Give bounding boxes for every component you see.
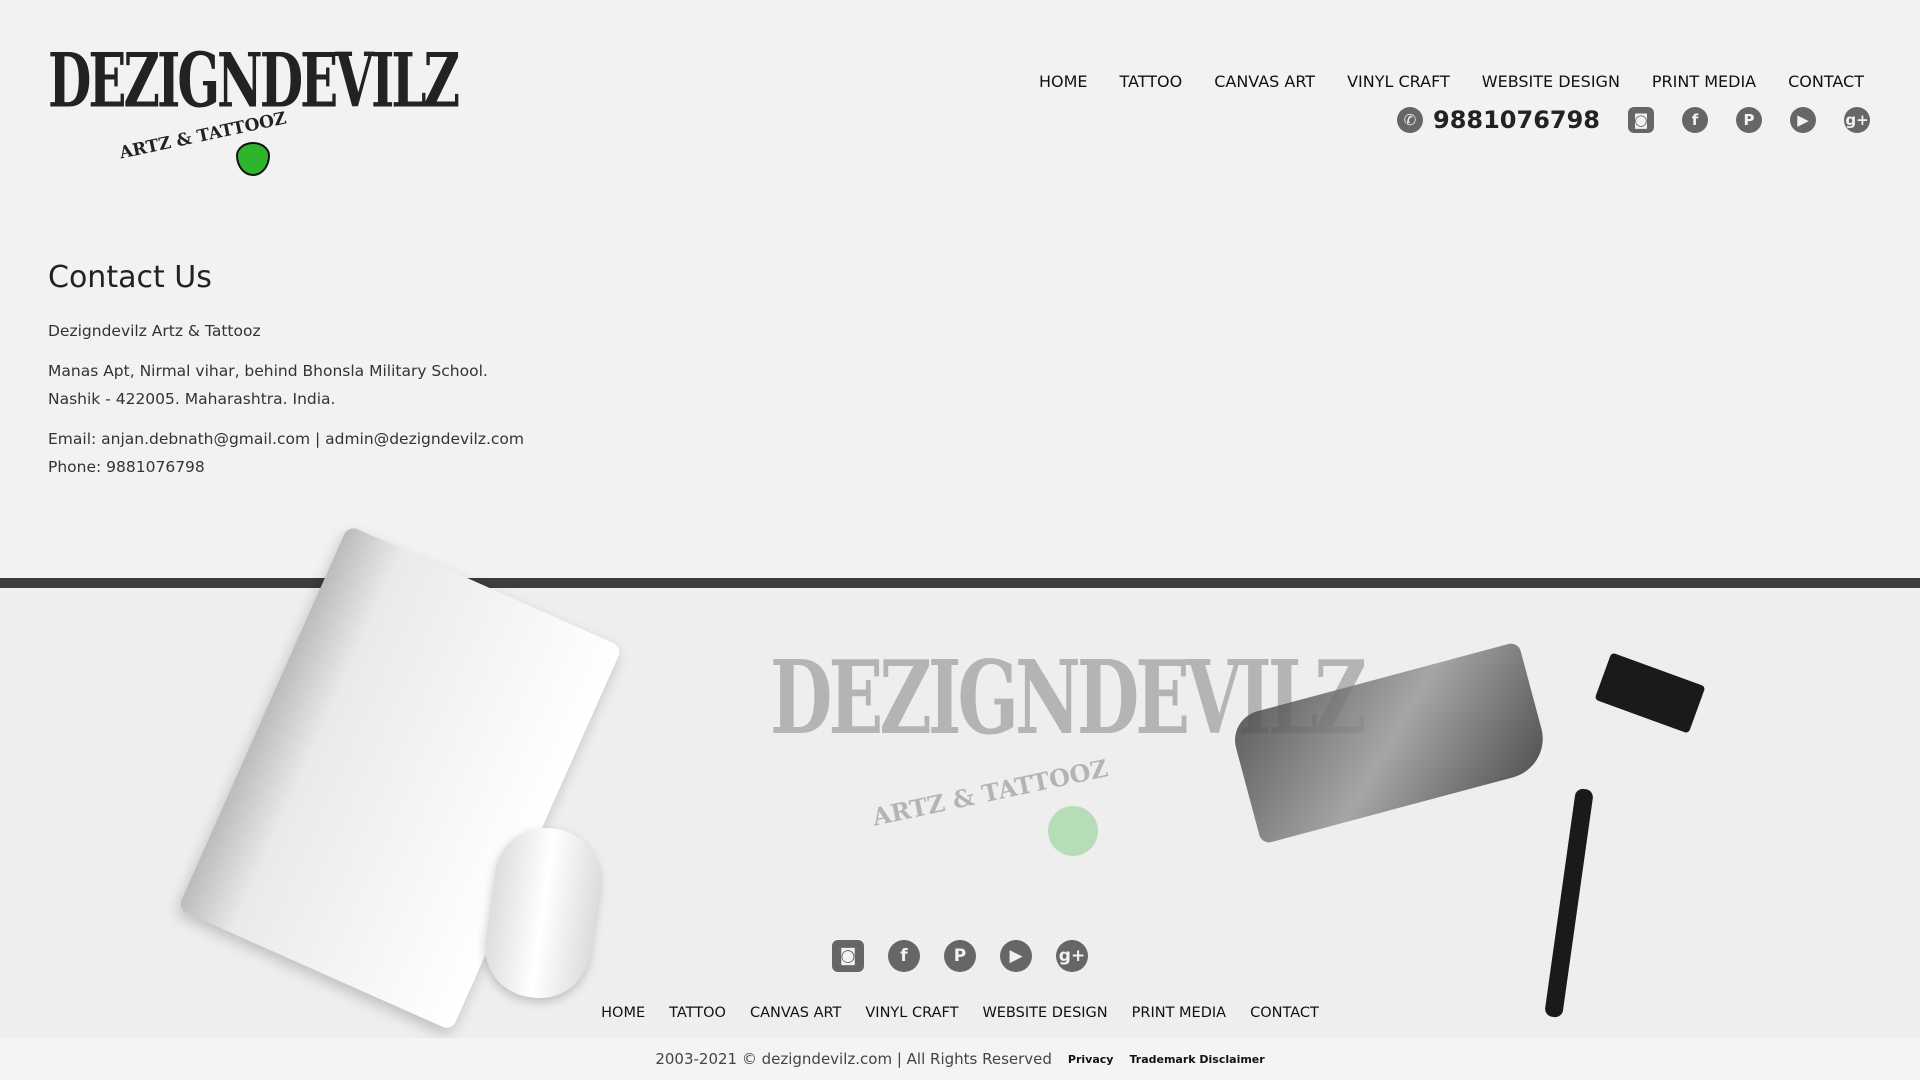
devil-icon	[1048, 806, 1098, 856]
instagram-icon[interactable]: ◙	[832, 940, 864, 972]
pinterest-icon[interactable]: P	[944, 940, 976, 972]
facebook-icon[interactable]: f	[1682, 107, 1708, 133]
copyright-bar: 2003-2021 © dezigndevilz.com | All Right…	[0, 1038, 1920, 1080]
nav-print-media[interactable]: PRINT MEDIA	[1652, 72, 1756, 91]
pinterest-icon[interactable]: P	[1736, 107, 1762, 133]
nav-tattoo[interactable]: TATTOO	[1120, 72, 1183, 91]
footer-logo-text: DEZIGNDEVILZ	[770, 638, 1367, 757]
page-title: Contact Us	[48, 260, 212, 295]
footer-divider	[0, 578, 1920, 588]
trademark-disclaimer-link[interactable]: Trademark Disclaimer	[1129, 1053, 1264, 1066]
address-line-1: Manas Apt, Nirmal vihar, behind Bhonsla …	[48, 362, 488, 380]
contact-section: Contact Us Dezigndevilz Artz & Tattooz M…	[48, 260, 524, 493]
email[interactable]: Email: anjan.debnath@gmail.com | admin@d…	[48, 430, 524, 448]
header-phone[interactable]: ✆ 9881076798	[1397, 106, 1600, 134]
facebook-icon[interactable]: f	[888, 940, 920, 972]
contact-details: Email: anjan.debnath@gmail.com | admin@d…	[48, 425, 524, 481]
google-plus-icon[interactable]: g+	[1844, 107, 1870, 133]
footer-nav: HOME TATTOO CANVAS ART VINYL CRAFT WEBSI…	[0, 1005, 1920, 1021]
address: Manas Apt, Nirmal vihar, behind Bhonsla …	[48, 357, 524, 413]
google-plus-icon[interactable]: g+	[1056, 940, 1088, 972]
footer: DEZIGNDEVILZ ARTZ & TATTOOZ ◙ f P ▶ g+ H…	[0, 525, 1920, 1038]
phone-icon: ✆	[1397, 107, 1423, 133]
nav-website-design[interactable]: WEBSITE DESIGN	[1482, 72, 1620, 91]
youtube-icon[interactable]: ▶	[1790, 107, 1816, 133]
devil-icon	[236, 142, 270, 176]
footer-nav-canvas-art[interactable]: CANVAS ART	[750, 1005, 841, 1021]
company-name: Dezigndevilz Artz & Tattooz	[48, 322, 261, 340]
phone-number: 9881076798	[1433, 106, 1600, 134]
phone: Phone: 9881076798	[48, 458, 205, 476]
address-line-2: Nashik - 422005. Maharashtra. India.	[48, 390, 336, 408]
footer-nav-print-media[interactable]: PRINT MEDIA	[1132, 1005, 1226, 1021]
footer-nav-home[interactable]: HOME	[601, 1005, 645, 1021]
footer-logo: DEZIGNDEVILZ ARTZ & TATTOOZ	[770, 618, 1367, 868]
nav-canvas-art[interactable]: CANVAS ART	[1214, 72, 1315, 91]
site-logo[interactable]: DEZIGNDEVILZ ARTZ & TATTOOZ	[48, 14, 460, 194]
footer-nav-website-design[interactable]: WEBSITE DESIGN	[982, 1005, 1107, 1021]
nav-vinyl-craft[interactable]: VINYL CRAFT	[1347, 72, 1450, 91]
footer-social: ◙ f P ▶ g+	[0, 940, 1920, 972]
footer-nav-tattoo[interactable]: TATTOO	[669, 1005, 726, 1021]
nav-contact[interactable]: CONTACT	[1788, 72, 1864, 91]
instagram-icon[interactable]: ◙	[1628, 107, 1654, 133]
youtube-icon[interactable]: ▶	[1000, 940, 1032, 972]
copyright-text: 2003-2021 © dezigndevilz.com | All Right…	[655, 1050, 1052, 1068]
logo-text: DEZIGNDEVILZ	[48, 36, 460, 125]
main-nav: HOME TATTOO CANVAS ART VINYL CRAFT WEBSI…	[1039, 72, 1864, 91]
binder-clip-image	[1594, 652, 1706, 734]
footer-nav-vinyl-craft[interactable]: VINYL CRAFT	[865, 1005, 958, 1021]
pen-image	[1544, 787, 1594, 1019]
header-contact: ✆ 9881076798 ◙ f P ▶ g+	[1397, 106, 1870, 134]
nav-home[interactable]: HOME	[1039, 72, 1088, 91]
privacy-link[interactable]: Privacy	[1068, 1053, 1114, 1066]
footer-nav-contact[interactable]: CONTACT	[1250, 1005, 1319, 1021]
